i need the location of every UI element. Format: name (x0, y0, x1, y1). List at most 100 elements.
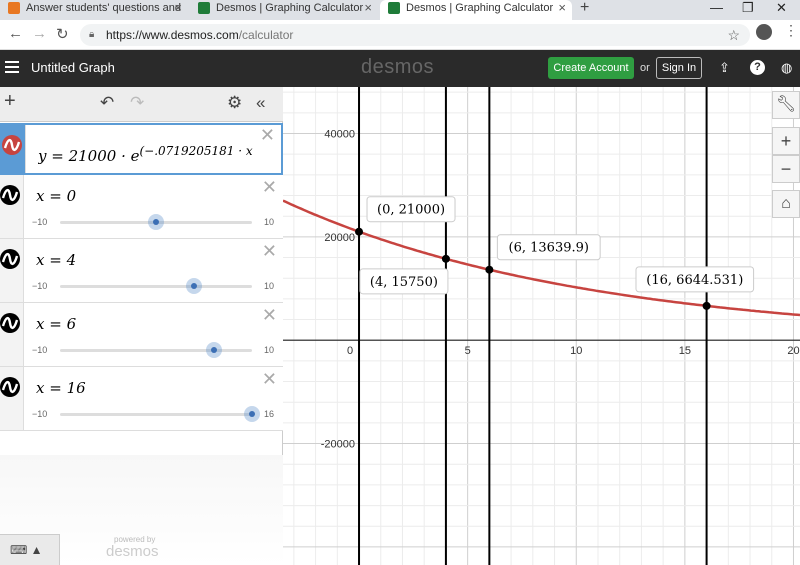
slider-min-label[interactable]: −10 (32, 281, 47, 291)
delete-expression-icon[interactable]: ✕ (262, 177, 277, 198)
undo-icon[interactable]: ↶ (100, 93, 114, 113)
expression-tab[interactable] (0, 303, 24, 366)
expression-math[interactable]: x = 4 (36, 251, 76, 269)
reload-icon[interactable]: ↻ (56, 25, 69, 43)
x-tick-label: 0 (347, 345, 353, 357)
x-tick-label: 20 (787, 345, 799, 357)
redo-icon[interactable]: ↷ (130, 93, 144, 113)
desmos-header: Untitled Graph desmos Create Account or … (0, 50, 800, 87)
browser-tab-desmos-1[interactable]: Desmos | Graphing Calculator × (190, 0, 378, 20)
help-icon[interactable]: ? (750, 60, 765, 75)
browser-tab-chegg[interactable]: Answer students' questions and × (0, 0, 188, 20)
slider-thumb[interactable] (205, 342, 222, 358)
browser-tab-strip: Answer students' questions and × Desmos … (0, 0, 800, 20)
zoom-out-icon[interactable]: − (772, 155, 800, 183)
slider-min-label[interactable]: −10 (32, 409, 47, 419)
expression-toolbar: + ↶ ↷ ⚙ « (0, 87, 283, 122)
slider-min-label[interactable]: −10 (32, 217, 47, 227)
expression-math[interactable]: x = 0 (36, 187, 76, 205)
intersection-point (702, 301, 711, 310)
slider-max-label[interactable]: 10 (264, 217, 274, 227)
slider-track[interactable] (60, 413, 252, 416)
y-tick-label: -20000 (321, 439, 355, 451)
forward-icon[interactable]: → (32, 25, 47, 42)
graph-color-icon[interactable] (0, 185, 20, 205)
keyboard-toggle-button[interactable]: ⌨ ▲ (0, 534, 60, 565)
close-icon[interactable]: × (174, 0, 182, 16)
maximize-icon[interactable]: ❐ (742, 0, 754, 16)
slider-thumb[interactable] (148, 214, 164, 230)
language-globe-icon[interactable]: ◍ (781, 60, 792, 76)
graph-color-icon[interactable] (2, 135, 22, 155)
desmos-icon (388, 2, 400, 14)
expression-row-x4[interactable]: x = 4 ✕ −10 10 (0, 239, 283, 303)
delete-expression-icon[interactable]: ✕ (262, 305, 277, 326)
expression-tab[interactable] (0, 367, 24, 430)
expression-row-x6[interactable]: x = 6 ✕ −10 10 (0, 303, 283, 367)
sign-in-button[interactable]: Sign In (656, 57, 702, 79)
browser-tab-desmos-2[interactable]: Desmos | Graphing Calculator × (380, 0, 572, 20)
zoom-in-icon[interactable]: + (772, 127, 800, 155)
x-tick-label: 5 (465, 345, 471, 357)
slider-track[interactable] (60, 285, 252, 288)
bookmark-star-icon[interactable]: ☆ (727, 24, 740, 46)
url-path: /calculator (238, 28, 294, 42)
profile-avatar-icon[interactable] (756, 24, 772, 40)
close-icon[interactable]: × (558, 0, 566, 16)
expression-tab[interactable] (0, 175, 24, 238)
slider-track[interactable] (60, 349, 252, 352)
y-tick-label: 20000 (324, 232, 355, 244)
hamburger-menu-icon[interactable] (5, 61, 19, 73)
delete-expression-icon[interactable]: ✕ (262, 241, 277, 262)
share-icon[interactable]: ⇪ (719, 60, 730, 76)
collapse-panel-icon[interactable]: « (256, 93, 265, 113)
desmos-logo: desmos (361, 56, 435, 78)
x-tick-label: 10 (570, 345, 582, 357)
chegg-icon (8, 2, 20, 14)
browser-menu-icon[interactable]: ⋮ (784, 22, 798, 39)
delete-expression-icon[interactable]: ✕ (260, 125, 275, 146)
home-icon[interactable]: ⌂ (772, 190, 800, 218)
graph-color-icon[interactable] (0, 313, 20, 333)
settings-gear-icon[interactable]: ⚙ (227, 93, 242, 113)
expression-panel: + ↶ ↷ ⚙ « y = 21000 · e(−.0719205181 · x… (0, 87, 283, 565)
powered-by-desmos-logo: desmos (106, 543, 159, 560)
expression-tab[interactable] (2, 125, 26, 173)
or-label: or (640, 62, 650, 74)
graph-color-icon[interactable] (0, 249, 20, 269)
slider-min-label[interactable]: −10 (32, 345, 47, 355)
expression-math[interactable]: x = 16 (36, 379, 86, 397)
point-label: (4, 15750) (370, 275, 438, 290)
graph-canvas[interactable]: 0 5 10 15 20 40000 20000 -20000 (0, 21000) (4, 15… (283, 87, 800, 565)
expression-row-function[interactable]: y = 21000 · e(−.0719205181 · x ✕ (0, 123, 283, 175)
expression-row-x0[interactable]: x = 0 ✕ −10 10 (0, 175, 283, 239)
slider-thumb[interactable] (186, 278, 203, 294)
new-tab-icon[interactable]: + (580, 0, 589, 17)
expression-row-x16[interactable]: x = 16 ✕ −10 16 (0, 367, 283, 431)
expression-math[interactable]: y = 21000 · e(−.0719205181 · x (38, 144, 258, 165)
window-close-icon[interactable]: ✕ (776, 0, 787, 16)
graph-settings-wrench-icon[interactable]: 🔧︎ (772, 91, 800, 119)
close-icon[interactable]: × (364, 0, 372, 16)
graph-title[interactable]: Untitled Graph (31, 60, 115, 75)
intersection-point (441, 254, 450, 263)
intersection-point (485, 265, 494, 274)
tab-title: Answer students' questions and (26, 2, 181, 14)
add-expression-icon[interactable]: + (4, 90, 16, 113)
tab-title: Desmos | Graphing Calculator (216, 2, 364, 14)
tab-title: Desmos | Graphing Calculator (406, 2, 554, 14)
back-icon[interactable]: ← (8, 25, 23, 42)
slider-thumb[interactable] (244, 406, 260, 422)
delete-expression-icon[interactable]: ✕ (262, 369, 277, 390)
lock-icon: 🔒︎ (89, 29, 95, 40)
slider-max-label[interactable]: 10 (264, 281, 274, 291)
graph-paper[interactable]: 0 5 10 15 20 40000 20000 -20000 (0, 21000) (4, 15… (283, 87, 800, 565)
minimize-icon[interactable]: — (710, 0, 723, 15)
create-account-button[interactable]: Create Account (548, 57, 634, 79)
slider-max-label[interactable]: 10 (264, 345, 274, 355)
expression-math[interactable]: x = 6 (36, 315, 76, 333)
url-input[interactable]: 🔒︎ https://www.desmos.com/calculator ☆ (80, 24, 750, 46)
expression-tab[interactable] (0, 239, 24, 302)
slider-max-label[interactable]: 16 (264, 409, 274, 419)
graph-color-icon[interactable] (0, 377, 20, 397)
